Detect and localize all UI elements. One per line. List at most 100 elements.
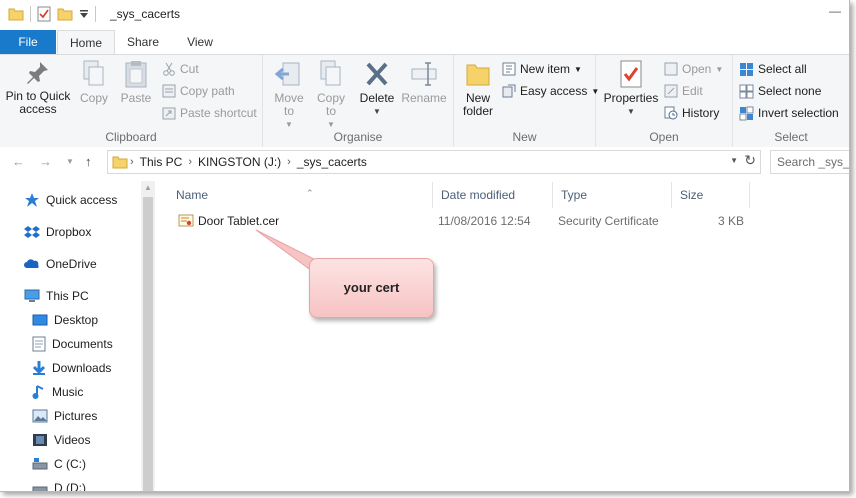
file-list: ⌃ Name Date modified Type Size Door Tabl…: [158, 177, 849, 491]
copy-path-label: Copy path: [180, 84, 235, 98]
nav-item-videos[interactable]: Videos: [32, 429, 90, 451]
breadcrumb[interactable]: › This PC › KINGSTON (J:) › _sys_cacerts…: [107, 150, 761, 174]
copy-to-button[interactable]: Copy to ▼: [311, 59, 351, 131]
open-button[interactable]: Open ▼: [664, 59, 723, 79]
nav-item-c-drive[interactable]: C (C:): [32, 453, 86, 475]
rename-button[interactable]: Rename: [401, 59, 447, 105]
chevron-down-icon: ▼: [373, 107, 381, 116]
column-header-size[interactable]: Size: [672, 182, 750, 208]
edit-label: Edit: [682, 84, 703, 98]
paste-shortcut-button[interactable]: Paste shortcut: [162, 103, 257, 123]
tab-share[interactable]: Share: [117, 30, 169, 54]
select-group: Select all Select none Invert selection …: [733, 55, 849, 147]
refresh-icon[interactable]: ↻: [744, 152, 756, 169]
chevron-right-icon[interactable]: ›: [287, 156, 291, 168]
file-size: 3 KB: [717, 214, 744, 228]
paste-label: Paste: [120, 91, 152, 105]
folder-icon[interactable]: [8, 7, 24, 21]
breadcrumb-sys-cacerts[interactable]: _sys_cacerts: [297, 155, 367, 169]
drive-icon: [32, 486, 48, 491]
edit-icon: [664, 84, 678, 98]
select-all-button[interactable]: Select all: [739, 59, 807, 79]
chevron-right-icon[interactable]: ›: [188, 156, 192, 168]
nav-item-d-drive[interactable]: D (D:): [32, 477, 86, 492]
minimize-button[interactable]: —: [829, 4, 841, 18]
nav-item-dropbox[interactable]: Dropbox: [24, 221, 91, 243]
nav-item-label: Downloads: [52, 361, 112, 375]
nav-item-label: OneDrive: [46, 257, 97, 271]
breadcrumb-this-pc[interactable]: This PC: [140, 155, 183, 169]
edit-button[interactable]: Edit: [664, 81, 703, 101]
nav-item-onedrive[interactable]: OneDrive: [24, 253, 97, 275]
column-header-type[interactable]: Type: [553, 182, 672, 208]
copy-path-button[interactable]: Copy path: [162, 81, 235, 101]
chevron-down-icon: ▼: [715, 64, 724, 74]
recent-locations-chevron-icon[interactable]: ▼: [66, 157, 74, 166]
back-arrow-icon[interactable]: ←: [12, 154, 25, 169]
select-none-label: Select none: [758, 84, 822, 98]
copy-button[interactable]: Copy: [74, 59, 114, 105]
new-folder-icon[interactable]: [57, 7, 73, 21]
move-to-button[interactable]: Move to ▼: [269, 59, 309, 131]
breadcrumb-kingston[interactable]: KINGSTON (J:): [198, 155, 281, 169]
nav-item-quick-access[interactable]: Quick access: [24, 189, 117, 211]
address-dropdown-icon[interactable]: ▼: [730, 156, 738, 165]
tab-file[interactable]: File: [0, 30, 56, 54]
videos-icon: [33, 434, 47, 446]
easy-access-icon: [502, 84, 516, 98]
nav-item-label: D (D:): [54, 481, 86, 492]
title-bar: _sys_cacerts —: [0, 0, 849, 30]
toolbar-divider: [30, 6, 31, 22]
history-button[interactable]: History: [664, 103, 719, 123]
customize-dropdown-icon[interactable]: [79, 9, 89, 19]
forward-arrow-icon[interactable]: →: [39, 154, 52, 169]
invert-selection-icon: [739, 106, 754, 120]
cut-button[interactable]: Cut: [162, 59, 199, 79]
nav-item-downloads[interactable]: Downloads: [32, 357, 111, 379]
open-group-label: Open: [649, 130, 679, 144]
chevron-right-icon[interactable]: ›: [130, 156, 134, 168]
new-folder-button[interactable]: New folder: [458, 59, 498, 118]
paste-button[interactable]: Paste: [116, 59, 156, 105]
properties-label: Properties: [603, 91, 659, 105]
address-bar: ← → ▼ ↑ › This PC › KINGSTON (J:) › _sys…: [0, 147, 849, 177]
nav-item-music[interactable]: Music: [32, 381, 83, 403]
nav-item-label: C (C:): [54, 457, 86, 471]
clipboard-group: Pin to Quick access Copy Paste Cut Copy …: [0, 55, 263, 147]
nav-item-documents[interactable]: Documents: [32, 333, 113, 355]
new-folder-icon: [466, 64, 490, 86]
rename-icon: [411, 62, 437, 86]
invert-selection-button[interactable]: Invert selection: [739, 103, 839, 123]
delete-button[interactable]: Delete ▼: [357, 59, 397, 118]
clipboard-icon: [125, 61, 147, 88]
scroll-up-icon[interactable]: ▲: [144, 183, 152, 192]
nav-item-label: Dropbox: [46, 225, 92, 239]
history-label: History: [682, 106, 720, 120]
nav-pane-scrollbar[interactable]: ▲: [141, 181, 155, 491]
easy-access-button[interactable]: Easy access ▼: [502, 81, 599, 101]
column-header-date-modified[interactable]: Date modified: [433, 182, 553, 208]
pin-to-quick-access-button[interactable]: Pin to Quick access: [4, 59, 72, 116]
properties-button[interactable]: Properties ▼: [602, 59, 660, 118]
nav-item-desktop[interactable]: Desktop: [32, 309, 98, 331]
scrollbar-thumb[interactable]: [143, 197, 153, 491]
select-group-label: Select: [774, 130, 808, 144]
tab-view[interactable]: View: [174, 30, 226, 54]
search-input[interactable]: Search _sys_c: [770, 150, 849, 174]
nav-item-label: This PC: [46, 289, 89, 303]
nav-item-this-pc[interactable]: This PC: [24, 285, 89, 307]
properties-icon[interactable]: [37, 6, 51, 22]
tab-home[interactable]: Home: [57, 30, 115, 56]
up-arrow-icon[interactable]: ↑: [85, 154, 92, 169]
file-date-modified: 11/08/2016 12:54: [438, 214, 531, 228]
table-row[interactable]: Door Tablet.cer 11/08/2016 12:54 Securit…: [158, 211, 758, 231]
nav-item-pictures[interactable]: Pictures: [32, 405, 97, 427]
folder-icon: [112, 156, 128, 169]
your-cert-callout: your cert: [309, 258, 434, 318]
select-none-button[interactable]: Select none: [739, 81, 821, 101]
nav-item-label: Desktop: [54, 313, 99, 327]
column-header-name[interactable]: ⌃ Name: [168, 182, 433, 208]
new-item-button[interactable]: New item ▼: [502, 59, 582, 79]
paste-shortcut-icon: [162, 107, 176, 120]
documents-icon: [32, 336, 46, 352]
